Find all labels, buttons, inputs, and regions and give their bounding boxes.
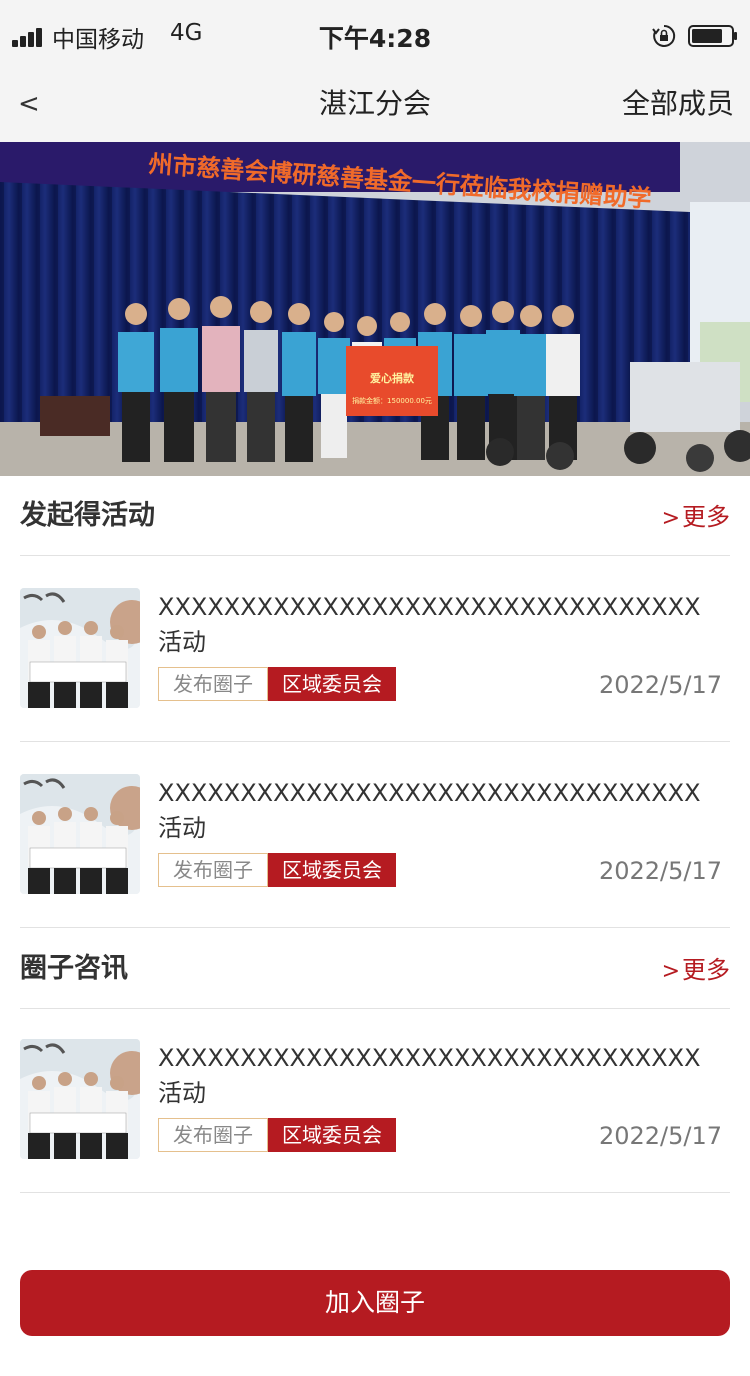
lock-rotation-icon: [652, 24, 676, 47]
tag-region-committee: 区域委员会: [268, 667, 396, 701]
all-members-link[interactable]: 全部成员: [622, 84, 734, 124]
chevron-right-icon: >: [661, 959, 680, 984]
board-amount: 捐款金额：150000.00元: [352, 397, 432, 405]
list-item[interactable]: XXXXXXXXXXXXXXXXXXXXXXXXXXXXXXXXX活动 发布圈子…: [20, 742, 730, 928]
section-news-header: 圈子咨讯 >更多: [20, 929, 730, 1009]
section-activities-header: 发起得活动 >更多: [20, 476, 730, 556]
item-title[interactable]: XXXXXXXXXXXXXXXXXXXXXXXXXXXXXXXXX活动: [158, 1041, 718, 1111]
more-label: 更多: [682, 503, 730, 531]
item-tags: 发布圈子 区域委员会: [158, 667, 396, 701]
item-date: 2022/5/17: [598, 671, 722, 699]
tag-publish-circle: 发布圈子: [158, 1118, 268, 1152]
item-title[interactable]: XXXXXXXXXXXXXXXXXXXXXXXXXXXXXXXXX活动: [158, 590, 718, 660]
item-thumbnail: [20, 1039, 140, 1159]
item-thumbnail: [20, 774, 140, 894]
board-title: 爱心捐款: [370, 372, 414, 385]
chevron-right-icon: >: [661, 506, 680, 531]
more-link[interactable]: >更多: [662, 953, 730, 989]
tag-region-committee: 区域委员会: [268, 1118, 396, 1152]
item-title[interactable]: XXXXXXXXXXXXXXXXXXXXXXXXXXXXXXXXX活动: [158, 776, 718, 846]
nav-bar: < 湛江分会 全部成员: [0, 70, 750, 142]
more-link[interactable]: >更多: [662, 500, 730, 536]
status-bar: 中国移动 4G 下午4:28: [0, 0, 750, 70]
item-thumbnail: [20, 588, 140, 708]
item-date: 2022/5/17: [598, 857, 722, 885]
banner-image[interactable]: 州市慈善会博研慈善基金一行莅临我校捐赠助学 爱心捐款 捐款金额：150000.0…: [0, 142, 750, 476]
item-tags: 发布圈子 区域委员会: [158, 853, 396, 887]
tag-region-committee: 区域委员会: [268, 853, 396, 887]
tag-publish-circle: 发布圈子: [158, 853, 268, 887]
more-label: 更多: [682, 956, 730, 984]
section-title: 圈子咨讯: [20, 953, 128, 984]
list-item[interactable]: XXXXXXXXXXXXXXXXXXXXXXXXXXXXXXXXX活动 发布圈子…: [20, 1007, 730, 1193]
tag-publish-circle: 发布圈子: [158, 667, 268, 701]
battery-icon: [688, 25, 737, 47]
item-date: 2022/5/17: [598, 1122, 722, 1150]
list-item[interactable]: XXXXXXXXXXXXXXXXXXXXXXXXXXXXXXXXX活动 发布圈子…: [20, 556, 730, 742]
item-tags: 发布圈子 区域委员会: [158, 1118, 396, 1152]
join-circle-button[interactable]: 加入圈子: [20, 1270, 730, 1336]
section-title: 发起得活动: [20, 500, 155, 531]
status-time: 下午4:28: [318, 24, 432, 53]
